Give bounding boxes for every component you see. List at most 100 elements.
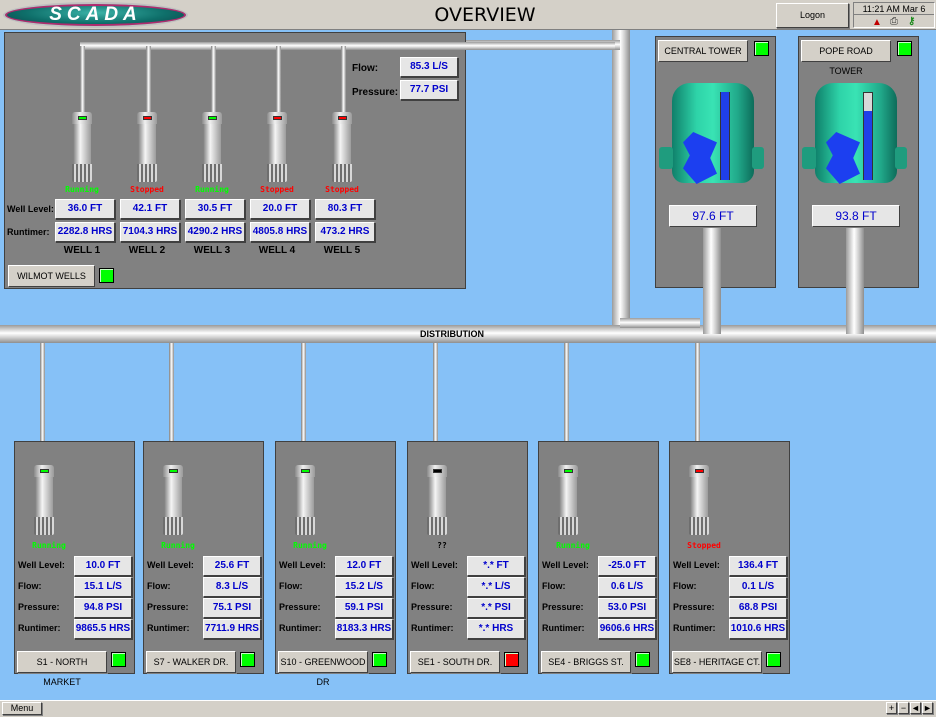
well-1-runtime-value: 2282.8 HRS xyxy=(55,222,115,242)
menu-button[interactable]: Menu xyxy=(2,702,42,715)
well-level-label: Well Level: xyxy=(7,204,54,214)
station-6-pressure-label: Pressure: xyxy=(673,602,715,612)
station-3-status: Running xyxy=(293,541,327,550)
bottom-bar xyxy=(0,700,936,717)
station-1-flow-value: 15.1 L/S xyxy=(74,577,132,597)
station-4-runtime-value: *.* HRS xyxy=(467,619,525,639)
wilmot-wells-button[interactable]: WILMOT WELLS xyxy=(8,265,95,287)
station-6-pump-intake xyxy=(689,517,709,535)
station-3-pump-body xyxy=(296,477,314,521)
well-4-pump-intake xyxy=(267,164,287,182)
tower-2-status-led xyxy=(897,41,912,56)
scroll-left-button[interactable]: ◄ xyxy=(910,702,921,714)
well-2-pump-body xyxy=(138,124,156,168)
station-1-runtime-value: 9865.5 HRS xyxy=(74,619,132,639)
station-4-status-light xyxy=(433,469,442,473)
wilmot-status-led xyxy=(99,268,114,283)
status-box: 11:21 AM Mar 6 ▲ ⎙ ⚷ xyxy=(853,2,935,28)
well-1-pump-body xyxy=(73,124,91,168)
scroll-right-button[interactable]: ► xyxy=(922,702,933,714)
station-4-pressure-value: *.* PSI xyxy=(467,598,525,618)
tower-2-level-value: 93.8 FT xyxy=(812,205,900,227)
printer-icon[interactable]: ⎙ xyxy=(890,16,898,27)
tower-link-pipe xyxy=(620,318,700,328)
station-5-status-light xyxy=(564,469,573,473)
logon-button[interactable]: Logon xyxy=(776,3,849,28)
zoom-in-button[interactable]: + xyxy=(886,702,897,714)
station-3-runtimer-label: Runtimer: xyxy=(279,623,322,633)
tower-1-riser-pipe xyxy=(703,228,721,334)
tower-2-riser-pipe xyxy=(846,228,864,334)
station-5-pressure-label: Pressure: xyxy=(542,602,584,612)
well-5-pump-icon xyxy=(332,112,352,182)
well-5-pump-intake xyxy=(332,164,352,182)
station-6-status-led xyxy=(766,652,781,667)
station-3-button[interactable]: S10 - GREENWOOD DR xyxy=(278,651,368,687)
station-2-button[interactable]: S7 - WALKER DR. xyxy=(146,651,236,673)
tower-2-tank-flange-right xyxy=(895,147,907,169)
station-4-pump-intake xyxy=(427,517,447,535)
station-5-pump-icon xyxy=(558,465,578,535)
station-5-flow-label: Flow: xyxy=(542,581,566,591)
well2-pipe xyxy=(146,46,151,112)
station-5-flow-value: 0.6 L/S xyxy=(598,577,656,597)
station-6-pump-body xyxy=(690,477,708,521)
tower-1-tank-flange-right xyxy=(752,147,764,169)
station-3-pressure-value: 59.1 PSI xyxy=(335,598,393,618)
tower-2-button[interactable]: POPE ROAD TOWER xyxy=(801,40,891,76)
station-2-pressure-label: Pressure: xyxy=(147,602,189,612)
station-5-level-label: Well Level: xyxy=(542,560,589,570)
station-3-level-label: Well Level: xyxy=(279,560,326,570)
well-1-name: WELL 1 xyxy=(63,245,101,256)
well-1-status: Running xyxy=(65,185,99,194)
station-5-level-value: -25.0 FT xyxy=(598,556,656,576)
station-2-runtime-value: 7711.9 HRS xyxy=(203,619,261,639)
station-2-flow-value: 8.3 L/S xyxy=(203,577,261,597)
station-1-pump-body xyxy=(35,477,53,521)
well1-pipe xyxy=(80,46,85,112)
station-5-runtimer-label: Runtimer: xyxy=(542,623,585,633)
bell-icon[interactable]: ▲ xyxy=(872,17,882,28)
well-2-pump-intake xyxy=(137,164,157,182)
station-3-flow-label: Flow: xyxy=(279,581,303,591)
station-5-status: Running xyxy=(556,541,590,550)
station-6-pressure-value: 68.8 PSI xyxy=(729,598,787,618)
well-2-name: WELL 2 xyxy=(128,245,166,256)
tower-1-level-fill xyxy=(721,92,729,180)
wilmot-pressure-value: 77.7 PSI xyxy=(400,80,458,100)
distribution-label: DISTRIBUTION xyxy=(420,329,484,339)
well-4-level-value: 20.0 FT xyxy=(250,199,310,219)
station-3-status-light xyxy=(301,469,310,473)
well-4-status-light xyxy=(273,116,282,120)
well-3-status: Running xyxy=(195,185,229,194)
well-1-pump-icon xyxy=(72,112,92,182)
station-1-status: Running xyxy=(32,541,66,550)
station-6-pump-icon xyxy=(689,465,709,535)
station-2-status-light xyxy=(169,469,178,473)
station-4-button[interactable]: SE1 - SOUTH DR. xyxy=(410,651,500,673)
key-icon[interactable]: ⚷ xyxy=(908,16,915,27)
well-2-status-light xyxy=(143,116,152,120)
station-1-flow-label: Flow: xyxy=(18,581,42,591)
tower-1-status-led xyxy=(754,41,769,56)
station-4-pressure-label: Pressure: xyxy=(411,602,453,612)
zoom-out-button[interactable]: − xyxy=(898,702,909,714)
station-5-button[interactable]: SE4 - BRIGGS ST. xyxy=(541,651,631,673)
station-1-button[interactable]: S1 - NORTH MARKET xyxy=(17,651,107,687)
station-2-pressure-value: 75.1 PSI xyxy=(203,598,261,618)
flow-label: Flow: xyxy=(352,63,379,74)
station-6-button[interactable]: SE8 - HERITAGE CT. xyxy=(672,651,762,673)
well-4-status: Stopped xyxy=(260,185,294,194)
tower-1-button[interactable]: CENTRAL TOWER xyxy=(658,40,748,62)
station-5-status-led xyxy=(635,652,650,667)
station-2-pump-intake xyxy=(163,517,183,535)
well-2-runtime-value: 7104.3 HRS xyxy=(120,222,180,242)
station-6-level-value: 136.4 FT xyxy=(729,556,787,576)
station-3-flow-value: 15.2 L/S xyxy=(335,577,393,597)
well-1-pump-intake xyxy=(72,164,92,182)
station-2-level-value: 25.6 FT xyxy=(203,556,261,576)
scada-logo: SCADA xyxy=(3,2,188,28)
station-3-status-led xyxy=(372,652,387,667)
station-1-pump-icon xyxy=(34,465,54,535)
station-6-flow-value: 0.1 L/S xyxy=(729,577,787,597)
